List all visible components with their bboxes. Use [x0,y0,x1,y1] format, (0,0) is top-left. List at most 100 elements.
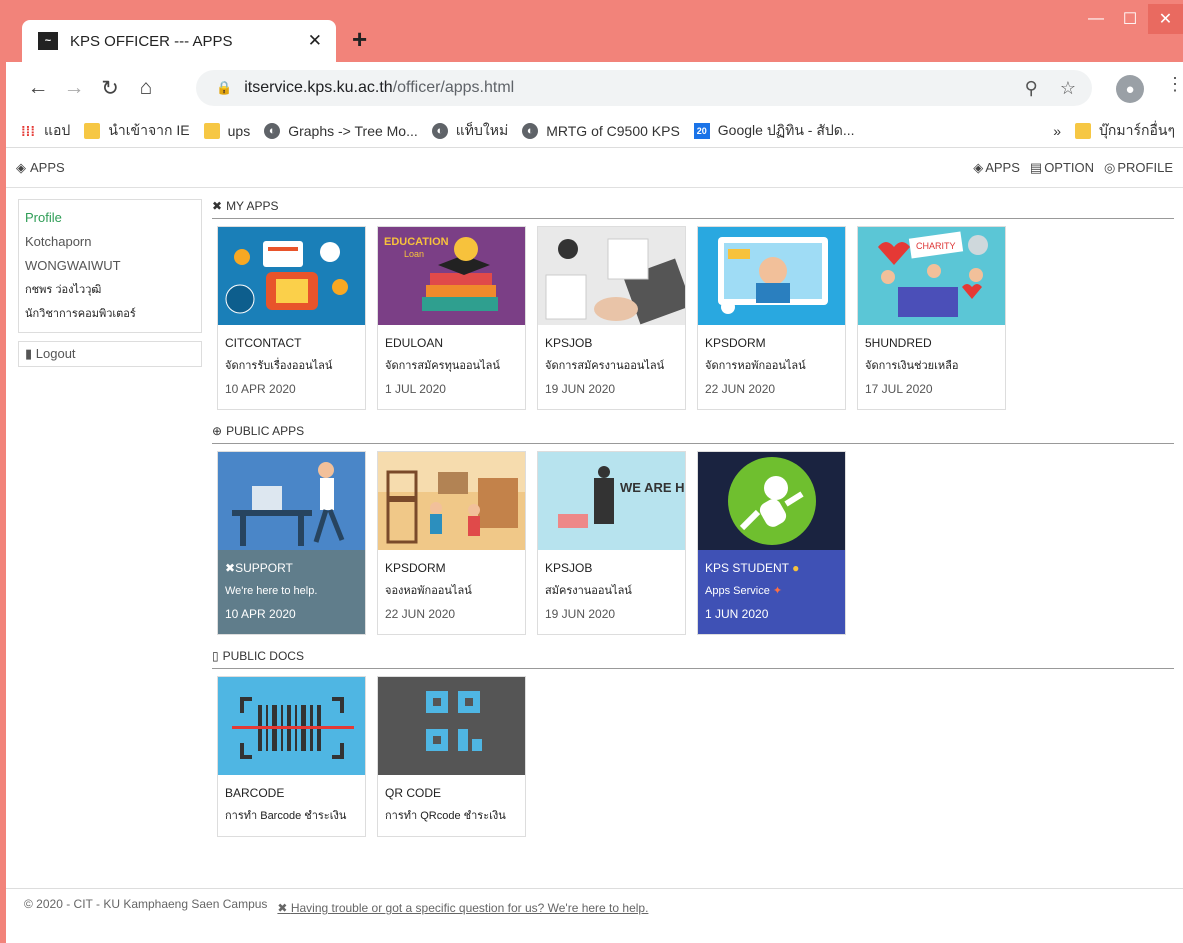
forward-button[interactable]: → [56,76,92,100]
app-card-kpsjob[interactable]: KPSJOB จัดการสมัครงานออนไลน์ 19 JUN 2020 [537,226,686,410]
app-date: 10 APR 2020 [225,382,296,396]
user-circle-icon: ◎ [1104,159,1116,175]
main-content: ✖ MY APPS CITCONTACT จัดการรับเรื่องออนไลน… [212,199,1174,851]
close-window-button[interactable]: ✕ [1148,4,1183,34]
dorm-room-image [378,452,525,550]
more-bookmarks-button[interactable]: » [1053,123,1061,139]
cube-icon: ◈ [16,159,26,175]
cube-icon: ◈ [973,159,984,175]
barcode-image [218,677,365,775]
public-docs-list: BARCODE การทำ Barcode ชำระเงิน QR CODE การ… [212,669,1174,851]
bookmark-apps[interactable]: ⁞⁞⁞ แอป [20,120,70,142]
app-brand[interactable]: ◈ APPS [16,160,65,176]
app-desc: จัดการสมัครทุนออนไลน์ [385,360,500,372]
address-bar[interactable]: 🔒 itservice.kps.ku.ac.th/officer/apps.ht… [196,70,1092,106]
nav-apps[interactable]: ◈ APPS [973,160,1020,176]
app-date: 10 APR 2020 [225,607,296,621]
browser-tab[interactable]: ~ KPS OFFICER --- APPS ✕ [22,20,336,62]
app-card-kpsdorm-public[interactable]: KPSDORM จองหอพักออนไลน์ 22 JUN 2020 [377,451,526,635]
doc-card-qrcode[interactable]: QR CODE การทำ QRcode ชำระเงิน [377,676,526,837]
kpsdorm-image [698,227,845,325]
globe-icon: ◐ [522,122,539,139]
doc-desc: การทำ QRcode ชำระเงิน [385,810,506,822]
bookmark-google-calendar[interactable]: 20 Google ปฏิทิน - สัปด... [693,120,855,142]
doc-icon: ▯ [212,649,219,663]
app-date: 1 JUL 2020 [385,382,446,396]
doc-title: QR CODE [385,786,442,800]
folder-icon [203,122,220,139]
app-date: 22 JUN 2020 [705,382,776,396]
app-card-citcontact[interactable]: CITCONTACT จัดการรับเรื่องออนไลน์ 10 APR 2… [217,226,366,410]
new-tab-button[interactable]: + [352,24,367,55]
app-card-5hundred[interactable]: CHARITY 5HUNDRED จัดการเงินช่วยเหลือ 17 JU… [857,226,1006,410]
sidebar: Profile Kotchaporn WONGWAIWUT กชพร ว่องไ… [18,199,202,367]
app-desc: We're here to help. [225,585,318,597]
minimize-button[interactable]: — [1080,4,1112,34]
bookmark-folder-ie[interactable]: นำเข้าจาก IE [84,120,190,142]
app-card-support[interactable]: ✖SUPPORT We're here to help. 10 APR 2020 [217,451,366,635]
nav-profile[interactable]: ◎ PROFILE [1104,160,1173,176]
bookmark-folder-ups[interactable]: ups [203,122,250,139]
bookmark-new-tab[interactable]: ◐ แท็บใหม่ [431,120,508,142]
globe-icon: ◐ [431,122,448,139]
folder-icon [84,122,101,139]
help-link[interactable]: ✖ Having trouble or got a specific quest… [277,897,657,919]
svg-text:EDUCATION: EDUCATION [384,236,449,248]
tab-title: KPS OFFICER --- APPS [70,32,233,50]
zoom-icon[interactable]: ⚲ [1025,78,1038,99]
app-date: 17 JUL 2020 [865,382,933,396]
folder-icon [1075,122,1092,139]
globe-icon: ◐ [264,122,281,139]
app-card-kpsdorm[interactable]: KPSDORM จัดการหอพักออนไลน์ 22 JUN 2020 [697,226,846,410]
browser-menu-icon[interactable]: ⋮ [1166,74,1183,95]
door-icon: ▮ [25,346,33,361]
app-title: KPSJOB [545,336,593,350]
browser-tabstrip: ~ KPS OFFICER --- APPS ✕ + — ☐ ✕ [0,0,1183,62]
doc-desc: การทำ Barcode ชำระเงิน [225,810,347,822]
eduloan-image: EDUCATION Loan [378,227,525,325]
calendar-icon: 20 [693,122,710,139]
profile-box: Profile Kotchaporn WONGWAIWUT กชพร ว่องไ… [18,199,202,333]
app-title: 5HUNDRED [865,336,932,350]
app-card-kpsjob-public[interactable]: WE ARE HIRING! KPSJOB สมัครงานออนไลน์ 19 J… [537,451,686,635]
app-card-eduloan[interactable]: EDUCATION Loan EDULOAN จัดการสมัครทุนออนไล… [377,226,526,410]
bookmark-star-icon[interactable]: ☆ [1060,78,1076,99]
last-name: WONGWAIWUT [25,258,121,273]
app-desc: จัดการสมัครงานออนไลน์ [545,360,665,372]
verified-badge-icon: ● [788,561,800,575]
app-title: EDULOAN [385,336,444,350]
back-button[interactable]: ← [20,76,56,100]
qrcode-image [378,677,525,775]
app-title: KPSDORM [705,336,766,350]
profile-link[interactable]: Profile [25,206,195,230]
thai-name: กชพร ว่องไววุฒิ [25,284,102,296]
first-name: Kotchaporn [25,234,92,249]
maximize-button[interactable]: ☐ [1114,4,1146,34]
5hundred-image: CHARITY [858,227,1005,325]
apps-grid-icon: ⁞⁞⁞ [21,122,35,139]
bookmark-graphs[interactable]: ◐ Graphs -> Tree Mo... [264,122,418,139]
app-title: KPSJOB [545,561,593,575]
public-apps-list: ✖SUPPORT We're here to help. 10 APR 2020 K… [212,444,1174,649]
nav-option[interactable]: ▤ OPTION [1030,160,1094,176]
app-title: KPS STUDENT ● [705,561,800,575]
app-header: ◈ APPS ◈ APPS ▤ OPTION ◎ PROFILE [6,148,1183,188]
keyboard-icon: ▤ [1029,159,1043,175]
app-date: 22 JUN 2020 [385,607,456,621]
kpsjob-image [538,227,685,325]
page-footer: © 2020 - CIT - KU Kamphaeng Saen Campus … [6,888,1183,919]
site-favicon-icon: ~ [38,32,58,50]
app-title: CITCONTACT [225,336,302,350]
other-bookmarks-folder[interactable]: บุ๊กมาร์กอื่นๆ [1075,120,1175,142]
app-title: KPSDORM [385,561,446,575]
doc-card-barcode[interactable]: BARCODE การทำ Barcode ชำระเงิน [217,676,366,837]
close-tab-icon[interactable]: ✕ [308,31,322,51]
home-button[interactable]: ⌂ [128,76,164,100]
bookmark-mrtg[interactable]: ◐ MRTG of C9500 KPS [522,122,680,139]
support-image [218,452,365,550]
app-card-kps-student[interactable]: KPS STUDENT ● Apps Service ✦ 1 JUN 2020 [697,451,846,635]
url-text[interactable]: itservice.kps.ku.ac.th/officer/apps.html [244,79,514,97]
reload-button[interactable]: ↻ [92,76,128,101]
logout-button[interactable]: ▮ Logout [18,341,202,367]
profile-avatar[interactable]: ● [1116,75,1144,103]
